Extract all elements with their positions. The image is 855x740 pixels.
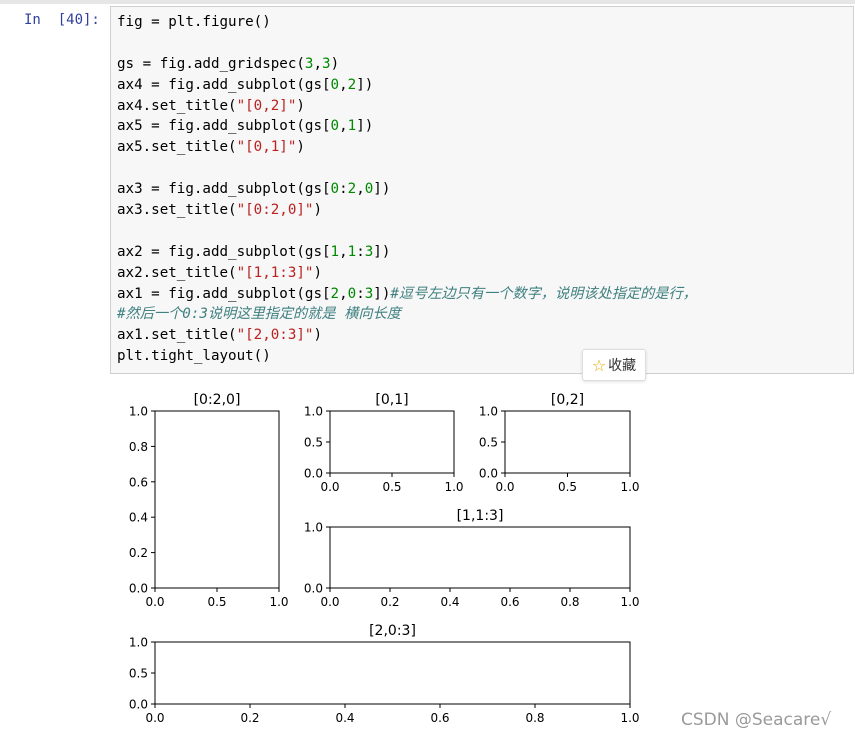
axes-title: [0,2]: [551, 392, 584, 408]
x-tick-label: 0.5: [558, 480, 577, 494]
y-tick-label: 0.6: [129, 475, 148, 489]
subplot-axes: 0.0 0.2 0.4 0.6 0.8 1.0 0.0 0.5 1.0 [2,0:3]: [129, 623, 640, 725]
y-tick-label: 1.0: [304, 405, 323, 419]
x-tick-label: 1.0: [620, 711, 639, 725]
y-tick-label: 0.0: [129, 698, 148, 712]
y-tick-label: 0.8: [129, 440, 148, 454]
y-tick-label: 1.0: [129, 636, 148, 650]
y-tick-label: 0.0: [479, 467, 498, 481]
axes-frame: [154, 641, 631, 705]
y-tick-label: 0.0: [304, 582, 323, 596]
x-tick-label: 1.0: [620, 595, 639, 609]
x-tick-label: 0.8: [525, 711, 544, 725]
x-tick-label: 0.0: [145, 711, 164, 725]
y-tick-label: 0.0: [304, 467, 323, 481]
x-tick-label: 0.2: [380, 595, 399, 609]
axes-frame: [154, 410, 280, 589]
x-tick-label: 0.5: [382, 480, 401, 494]
y-tick-label: 0.5: [304, 436, 323, 450]
x-tick-label: 0.6: [500, 595, 519, 609]
x-tick-label: 0.5: [207, 595, 226, 609]
x-tick-label: 1.0: [444, 480, 463, 494]
y-tick-label: 0.0: [129, 582, 148, 596]
x-tick-label: 0.0: [320, 595, 339, 609]
x-tick-label: 0.0: [495, 480, 514, 494]
x-tick-label: 0.0: [320, 480, 339, 494]
x-tick-label: 0.4: [335, 711, 354, 725]
axes-frame: [329, 526, 631, 589]
x-tick-label: 0.0: [145, 595, 164, 609]
watermark: CSDN @Seacare√: [681, 710, 832, 730]
x-tick-label: 0.8: [560, 595, 579, 609]
y-tick-label: 1.0: [304, 521, 323, 535]
y-tick-label: 1.0: [479, 405, 498, 419]
axes-frame: [329, 410, 455, 474]
y-tick-label: 0.5: [479, 436, 498, 450]
y-tick-label: 0.5: [129, 667, 148, 681]
favorite-button[interactable]: ☆ 收藏: [582, 349, 646, 381]
subplot-axes: 0.0 0.5 1.0 0.0 0.5 1.0 [0,2]: [479, 392, 640, 494]
x-tick-label: 0.2: [240, 711, 259, 725]
x-tick-label: 1.0: [269, 595, 288, 609]
star-icon: ☆: [591, 355, 607, 375]
subplot-axes: 0.0 0.2 0.4 0.6 0.8 1.0 0.0 1.0 [1,1:3]: [304, 508, 640, 609]
subplot-axes: 0.0 0.5 1.0 0.0 0.5 1.0 [0,1]: [304, 392, 464, 494]
subplot-axes: 0.0 0.5 1.0 0.0 0.2 0.4 0.6 0.8 1.0 [0:2,0]: [129, 392, 289, 609]
favorite-label: 收藏: [608, 358, 637, 374]
y-tick-label: 1.0: [129, 405, 148, 419]
x-tick-label: 1.0: [620, 480, 639, 494]
x-tick-label: 0.4: [440, 595, 459, 609]
y-tick-label: 0.2: [129, 546, 148, 560]
axes-title: [0,1]: [375, 392, 408, 408]
y-tick-label: 0.4: [129, 511, 148, 525]
axes-frame: [504, 410, 631, 474]
x-tick-label: 0.6: [430, 711, 449, 725]
axes-title: [2,0:3]: [369, 623, 416, 639]
axes-title: [1,1:3]: [457, 508, 504, 524]
axes-title: [0:2,0]: [194, 392, 241, 408]
matplotlib-figure: 0.0 0.5 1.0 0.0 0.2 0.4 0.6 0.8 1.0 [0:2,0] 0.0 0.5…: [129, 392, 640, 725]
